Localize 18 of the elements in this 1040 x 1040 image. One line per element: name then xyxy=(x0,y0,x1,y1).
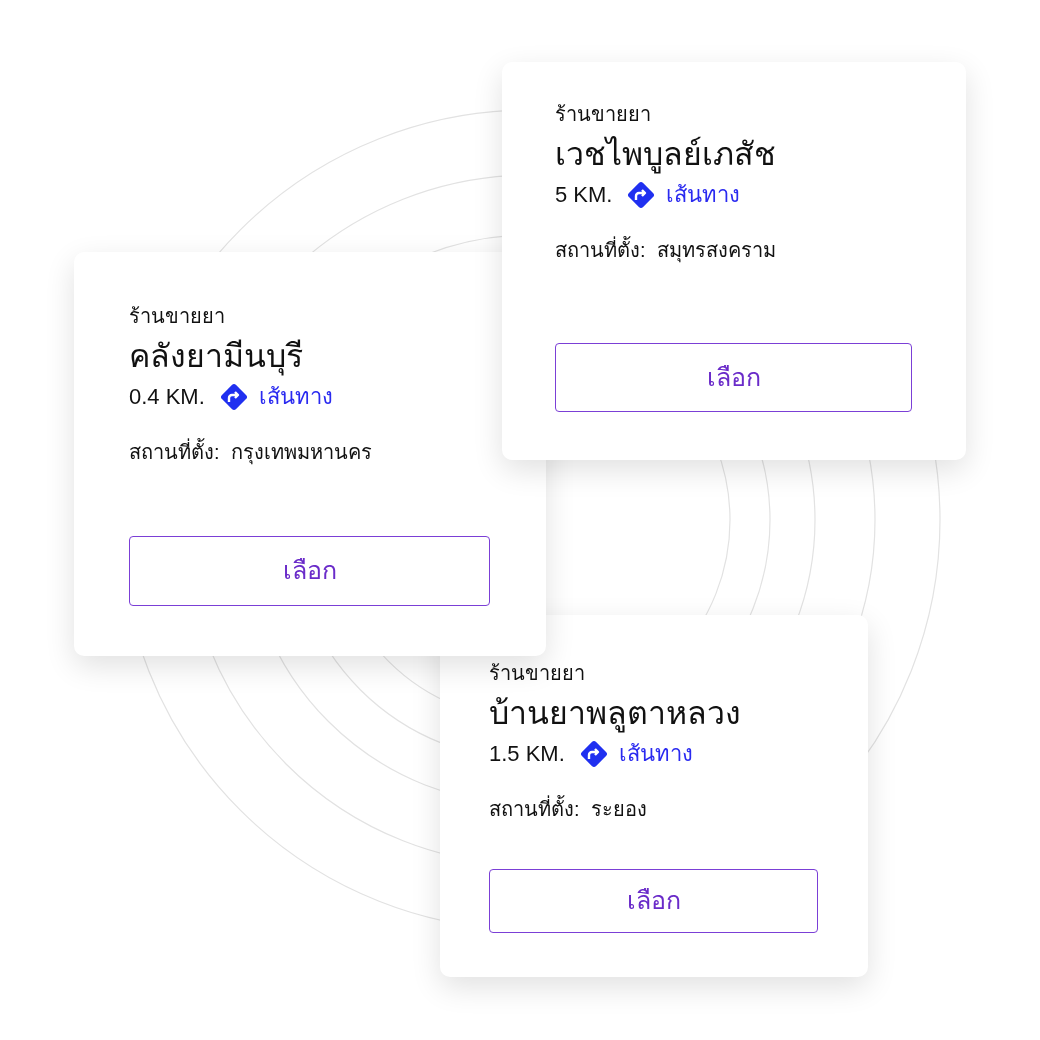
location-text: สถานที่ตั้ง: ระยอง xyxy=(489,794,818,824)
store-name: บ้านยาพลูตาหลวง xyxy=(489,694,742,733)
directions-link[interactable]: เส้นทาง xyxy=(218,380,333,413)
directions-link[interactable]: เส้นทาง xyxy=(626,178,741,211)
location-text: สถานที่ตั้ง: กรุงเทพมหานคร xyxy=(129,437,490,467)
store-category: ร้านขายยา xyxy=(129,304,226,328)
directions-link[interactable]: เส้นทาง xyxy=(578,737,693,770)
distance-text: 0.4 KM. xyxy=(129,383,205,411)
select-button[interactable]: เลือก xyxy=(489,869,818,933)
select-button[interactable]: เลือก xyxy=(555,343,912,412)
store-name: เวชไพบูลย์เภสัช xyxy=(555,135,777,174)
distance-text: 1.5 KM. xyxy=(489,740,565,768)
location-text: สถานที่ตั้ง: สมุทรสงคราม xyxy=(555,235,912,265)
store-category: ร้านขายยา xyxy=(555,102,652,126)
store-category: ร้านขายยา xyxy=(489,661,586,685)
distance-text: 5 KM. xyxy=(555,181,613,209)
store-name: คลังยามีนบุรี xyxy=(129,337,304,376)
select-button[interactable]: เลือก xyxy=(129,536,490,606)
